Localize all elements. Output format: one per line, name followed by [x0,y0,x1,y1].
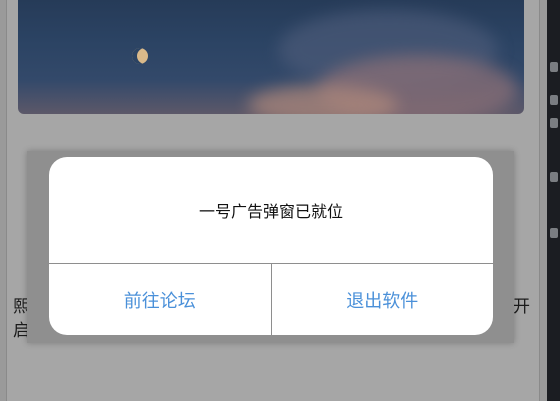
right-side-panel [547,0,560,401]
right-panel-fragment [550,118,558,128]
dialog-actions: 前往论坛 退出软件 [49,263,493,335]
go-to-forum-button[interactable]: 前往论坛 [49,264,271,335]
ad-popup-dialog: 一号广告弹窗已就位 前往论坛 退出软件 [49,157,493,335]
right-panel-fragment [550,172,558,182]
background-text-right: 开 [513,297,530,317]
dialog-message: 一号广告弹窗已就位 [198,202,343,221]
exit-app-button[interactable]: 退出软件 [270,264,494,335]
right-panel-fragment [550,228,558,238]
right-panel-fragment [550,95,558,105]
moon-graphic [132,48,148,64]
banner-image [18,0,524,114]
right-panel-fragment [550,62,558,72]
